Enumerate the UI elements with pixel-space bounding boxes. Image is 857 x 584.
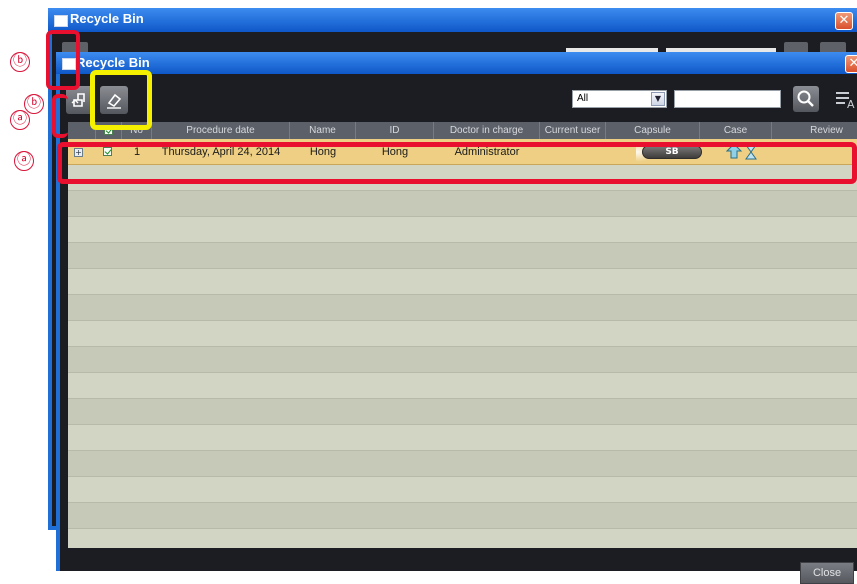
col-review[interactable]: Review: [772, 122, 857, 139]
annotation-label-b: ⓑ: [10, 52, 30, 72]
search-button[interactable]: [793, 86, 819, 112]
window-icon: [54, 15, 68, 27]
cell-current-user: [540, 139, 606, 165]
case-icons: [726, 143, 757, 160]
col-capsule[interactable]: Capsule: [606, 122, 700, 139]
window-title: Recycle Bin: [76, 55, 150, 70]
col-current-user[interactable]: Current user: [540, 122, 606, 139]
col-case[interactable]: Case: [700, 122, 772, 139]
empty-row: [68, 399, 857, 425]
expand-row-icon[interactable]: +: [74, 148, 83, 157]
empty-row: [68, 477, 857, 503]
grid-header: No Procedure date Name ID Doctor in char…: [68, 122, 857, 139]
col-select-all[interactable]: [96, 122, 122, 139]
empty-row: [68, 269, 857, 295]
empty-row: [68, 529, 857, 548]
eraser-icon: [107, 93, 122, 109]
close-button[interactable]: Close: [800, 562, 854, 584]
back-window-title: Recycle Bin: [70, 11, 144, 26]
recycle-bin-window: Recycle Bin ✕ All ▼ A No Procedure date …: [56, 52, 857, 584]
search-icon: [797, 90, 814, 107]
col-expand: [68, 122, 96, 139]
restore-button[interactable]: [66, 86, 94, 114]
empty-row: [68, 295, 857, 321]
cell-doctor: Administrator: [454, 146, 520, 158]
capsule-label: SB: [665, 147, 679, 157]
filter-value: All: [577, 93, 589, 104]
col-procedure-date[interactable]: Procedure date: [152, 122, 290, 139]
back-titlebar: Recycle Bin ✕: [48, 8, 857, 32]
back-close-button[interactable]: ✕: [835, 12, 853, 30]
empty-row: [68, 191, 857, 217]
annotation-label-a: ⓐ: [14, 151, 34, 171]
empty-row: [68, 243, 857, 269]
list-menu-icon: A: [836, 92, 855, 111]
cell-name: Hong: [309, 146, 337, 158]
empty-row: [68, 347, 857, 373]
col-no[interactable]: No: [122, 122, 152, 139]
empty-row: [68, 165, 857, 191]
col-doctor[interactable]: Doctor in charge: [434, 122, 540, 139]
col-id[interactable]: ID: [356, 122, 434, 139]
empty-row: [68, 321, 857, 347]
row-checkbox[interactable]: [103, 147, 112, 156]
annotation-label-b: ⓑ: [24, 94, 44, 114]
cell-id: Hong: [381, 146, 409, 158]
hourglass-icon: [745, 144, 757, 160]
window-content: All ▼ A No Procedure date Name ID Doctor…: [60, 74, 857, 584]
chevron-down-icon[interactable]: ▼: [651, 92, 665, 106]
close-window-button[interactable]: ✕: [845, 55, 857, 73]
window-icon: [62, 58, 76, 70]
empty-row: [68, 373, 857, 399]
filter-select[interactable]: All ▼: [572, 90, 667, 108]
table-row[interactable]: + 1 Thursday, April 24, 2014 Hong Hong A…: [68, 139, 857, 165]
erase-button[interactable]: [100, 86, 128, 114]
empty-row: [68, 451, 857, 477]
annotation-label-a: ⓐ: [10, 110, 30, 130]
svg-text:A: A: [847, 98, 855, 111]
empty-row: [68, 425, 857, 451]
search-input[interactable]: [674, 90, 781, 108]
col-name[interactable]: Name: [290, 122, 356, 139]
upload-arrow-icon: [726, 143, 743, 159]
front-titlebar: Recycle Bin ✕: [56, 52, 857, 74]
records-grid: No Procedure date Name ID Doctor in char…: [68, 122, 857, 548]
select-all-checkbox[interactable]: [104, 126, 113, 135]
cell-procedure-date: Thursday, April 24, 2014: [161, 146, 281, 158]
restore-icon: [71, 93, 85, 107]
cell-no: 1: [133, 146, 141, 158]
column-menu-button[interactable]: A: [831, 86, 857, 112]
empty-row: [68, 217, 857, 243]
empty-row: [68, 503, 857, 529]
